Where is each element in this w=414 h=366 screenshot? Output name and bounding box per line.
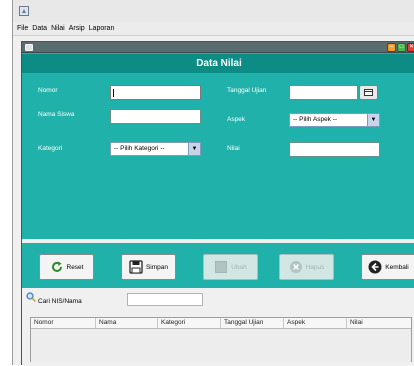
column-header-tanggal-ujian[interactable]: Tanggal Ujian: [221, 318, 284, 328]
menu-arsip[interactable]: Arsip: [69, 22, 85, 36]
frame-title-bar[interactable]: – □ ×: [22, 42, 414, 53]
column-header-aspek[interactable]: Aspek: [284, 318, 347, 328]
page-title: Data Nilai: [196, 58, 242, 69]
hapus-button[interactable]: Hapus: [279, 254, 334, 280]
application-window: File Data Nilai Arsip Laporan – □ × Data Nil…: [12, 0, 414, 366]
column-header-nilai[interactable]: Nilai: [347, 318, 411, 328]
close-button[interactable]: ×: [407, 43, 414, 52]
menu-data[interactable]: Data: [32, 22, 47, 36]
ubah-label: Ubah: [231, 263, 247, 271]
search-label: Cari NIS/Nama: [38, 298, 82, 305]
nomor-label: Nomor: [38, 87, 58, 94]
reset-label: Reset: [66, 263, 84, 271]
menu-laporan[interactable]: Laporan: [89, 22, 115, 36]
search-input[interactable]: [127, 293, 203, 306]
back-arrow-icon: [368, 260, 382, 274]
refresh-icon: [51, 261, 62, 272]
nomor-input[interactable]: [110, 85, 201, 100]
nilai-table[interactable]: Nomor Nama Kategori Tanggal Ujian Aspek …: [30, 317, 412, 362]
kembali-button[interactable]: Kembali: [361, 254, 414, 280]
button-panel: Reset Simpan Ubah Hapus Kembali: [22, 243, 414, 288]
table-header: Nomor Nama Kategori Tanggal Ujian Aspek …: [31, 318, 411, 329]
reset-button[interactable]: Reset: [39, 254, 94, 280]
date-picker-button[interactable]: [359, 85, 378, 100]
nilai-input[interactable]: [289, 142, 380, 157]
simpan-label: Simpan: [145, 263, 169, 271]
aspek-select[interactable]: -- Pilih Aspek -- ▼: [289, 113, 380, 127]
ubah-button[interactable]: Ubah: [203, 254, 258, 280]
frame-menu-icon[interactable]: [25, 44, 33, 51]
column-header-nama[interactable]: Nama: [96, 318, 158, 328]
aspek-selected-value: -- Pilih Aspek --: [293, 116, 338, 123]
form-panel: Nomor Nama Siswa Kategori -- Pilih Kateg…: [22, 73, 414, 239]
maximize-button[interactable]: □: [397, 43, 406, 52]
nama-siswa-input[interactable]: [110, 109, 201, 124]
hapus-label: Hapus: [305, 263, 325, 271]
menu-file[interactable]: File: [17, 22, 28, 36]
minimize-button[interactable]: –: [387, 43, 396, 52]
nilai-label: Nilai: [227, 145, 240, 152]
tanggal-ujian-label: Tanggal Ujian: [227, 87, 267, 94]
edit-icon: [215, 261, 228, 273]
simpan-button[interactable]: Simpan: [121, 254, 176, 280]
text-cursor: [113, 89, 114, 97]
title-bar: [13, 0, 414, 22]
search-area: Cari NIS/Nama Nomor Nama Kategori Tangga…: [22, 288, 414, 366]
delete-icon: [289, 261, 302, 273]
kembali-label: Kembali: [385, 263, 409, 271]
table-body[interactable]: [31, 329, 411, 362]
column-header-nomor[interactable]: Nomor: [31, 318, 96, 328]
internal-frame-data-nilai: – □ × Data Nilai Nomor Nama Siswa Katego…: [21, 41, 414, 366]
kategori-select[interactable]: -- Pilih Kategori -- ▼: [110, 142, 201, 156]
calendar-icon: [364, 89, 373, 96]
header-banner: Data Nilai: [22, 54, 414, 73]
nama-siswa-label: Nama Siswa: [38, 111, 75, 118]
chevron-down-icon[interactable]: ▼: [367, 114, 379, 126]
floppy-disk-icon: [129, 260, 143, 274]
column-header-kategori[interactable]: Kategori: [158, 318, 221, 328]
aspek-label: Aspek: [227, 116, 246, 123]
kategori-selected-value: -- Pilih Kategori --: [114, 145, 165, 152]
java-app-icon: [19, 6, 29, 16]
kategori-label: Kategori: [38, 145, 63, 152]
chevron-down-icon[interactable]: ▼: [188, 143, 200, 155]
menu-bar: File Data Nilai Arsip Laporan: [13, 22, 414, 36]
search-icon: [26, 292, 36, 302]
window-controls: – □ ×: [387, 43, 414, 52]
menu-nilai[interactable]: Nilai: [51, 22, 65, 36]
tanggal-ujian-input[interactable]: [289, 85, 358, 100]
